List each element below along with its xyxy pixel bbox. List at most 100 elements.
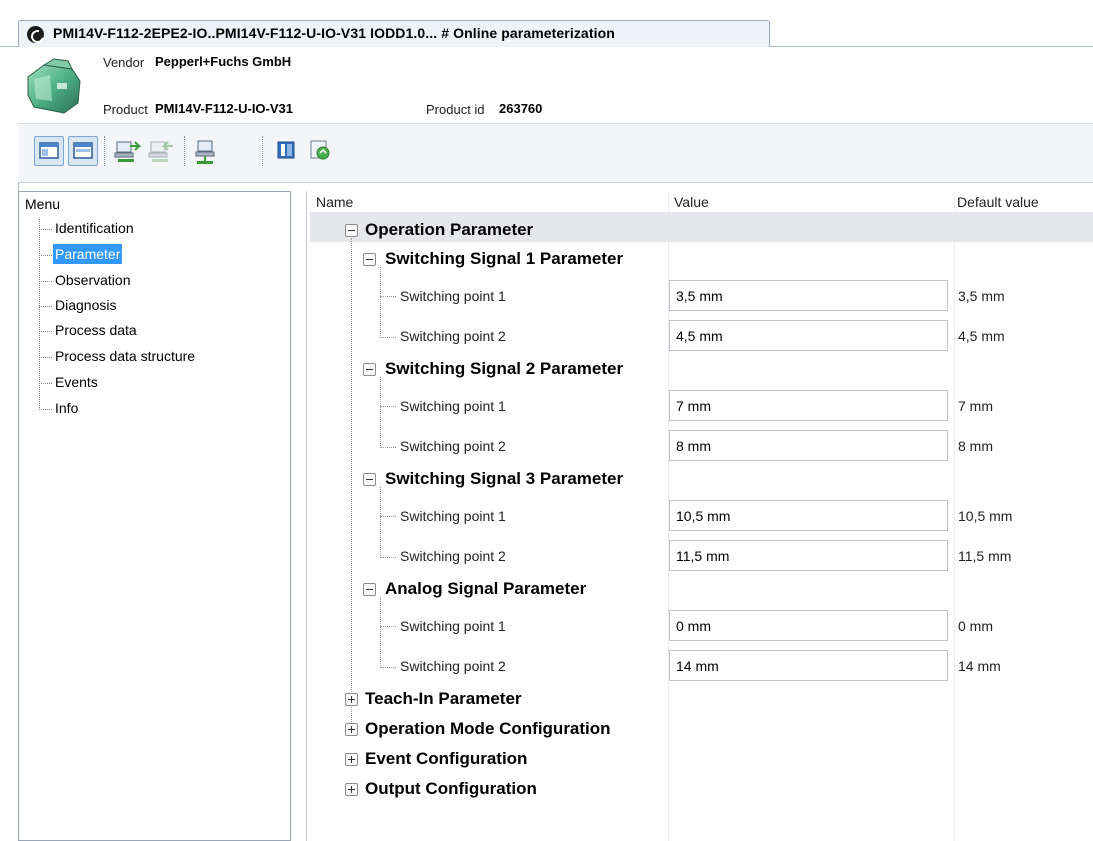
window-layout-button-2[interactable] [68,136,98,166]
device-image-icon [27,58,81,114]
param-name: Switching point 1 [400,288,506,304]
param-name: Switching point 2 [400,658,506,674]
menu-item-diagnosis[interactable]: Diagnosis [53,295,118,315]
menu-item-identification[interactable]: Identification [53,218,136,238]
tree-line [380,267,381,338]
tree-connector [39,229,52,230]
tree-connector [380,447,396,448]
tree-connector [380,296,396,297]
column-header-default[interactable]: Default value [957,194,1039,210]
parameter-grid: Name Value Default value Operation Param… [310,191,1093,841]
toolbar [18,123,1093,183]
window-icon [73,142,93,159]
collapse-switching-signal-2-icon[interactable] [363,363,376,376]
menu-item-process-data-structure[interactable]: Process data structure [53,346,197,366]
tree-connector [39,255,52,256]
window-icon [39,142,59,159]
documentation-button[interactable] [272,136,302,166]
product-value: PMI14V-F112-U-IO-V31 [155,101,293,116]
product-id-value: 263760 [499,101,543,116]
switching-signal-3-point-1-input[interactable] [669,500,948,531]
switching-signal-1-point-1-input[interactable] [669,280,948,311]
tree-connector [39,281,52,282]
switching-signal-2-point-1-input[interactable] [669,390,948,421]
analog-signal-point-2-input[interactable] [669,650,948,681]
tree-connector [380,557,396,558]
window-layout-button-1[interactable] [34,136,64,166]
tree-connector [380,667,396,668]
book-icon [277,141,295,159]
group-operation-mode: Operation Mode Configuration [365,719,611,738]
collapse-analog-signal-icon[interactable] [363,583,376,596]
tree-line [380,377,381,448]
menu-item-info[interactable]: Info [53,398,80,418]
tree-connector [39,383,52,384]
menu-title: Menu [25,196,61,212]
tree-line [380,597,381,668]
refresh-icon [310,140,330,160]
switching-signal-2-point-2-input[interactable] [669,430,948,461]
param-default: 14 mm [958,658,1001,674]
param-name: Switching point 1 [400,618,506,634]
param-default: 4,5 mm [958,328,1005,344]
expand-teach-in-icon[interactable] [345,693,358,706]
param-name: Switching point 2 [400,328,506,344]
connect-device-button[interactable] [192,136,222,166]
param-default: 3,5 mm [958,288,1005,304]
tree-connector [39,409,52,410]
menu-item-observation[interactable]: Observation [53,270,132,290]
collapse-switching-signal-3-icon[interactable] [363,473,376,486]
tree-connector [380,406,396,407]
collapse-operation-parameter-icon[interactable] [345,224,358,237]
product-label: Product [103,102,148,117]
param-name: Switching point 2 [400,548,506,564]
expand-operation-mode-icon[interactable] [345,723,358,736]
param-default: 10,5 mm [958,508,1013,524]
menu-item-events[interactable]: Events [53,372,100,392]
param-default: 0 mm [958,618,993,634]
param-name: Switching point 1 [400,398,506,414]
expand-output-configuration-icon[interactable] [345,783,358,796]
splitter[interactable] [306,191,307,841]
menu-item-process-data[interactable]: Process data [53,320,139,340]
tree-line [39,219,40,410]
grid-header: Name Value Default value [310,191,1093,213]
tab-title: PMI14V-F112-2EPE2-IO..PMI14V-F112-U-IO-V… [53,25,615,41]
download-to-device-button[interactable] [146,136,176,166]
navigation-menu: Menu Identification Parameter Observatio… [18,191,291,841]
param-default: 11,5 mm [958,548,1012,564]
group-switching-signal-1: Switching Signal 1 Parameter [385,249,624,268]
vendor-label: Vendor [103,55,145,70]
tree-connector [380,626,396,627]
tree-connector [39,306,52,307]
toolbar-separator [262,136,263,166]
switching-signal-3-point-2-input[interactable] [669,540,948,571]
group-analog-signal: Analog Signal Parameter [385,579,587,598]
group-teach-in: Teach-In Parameter [365,689,522,708]
param-name: Switching point 2 [400,438,506,454]
group-output-configuration: Output Configuration [365,779,537,798]
refresh-button[interactable] [306,136,336,166]
toolbar-separator [184,136,185,166]
download-device-icon [148,141,173,162]
column-header-value[interactable]: Value [674,194,709,210]
menu-item-parameter[interactable]: Parameter [53,244,123,264]
tab-strip: PMI14V-F112-2EPE2-IO..PMI14V-F112-U-IO-V… [0,0,1093,47]
group-event-configuration: Event Configuration [365,749,528,768]
analog-signal-point-1-input[interactable] [669,610,948,641]
group-switching-signal-2: Switching Signal 2 Parameter [385,359,624,378]
toolbar-separator [104,136,105,166]
collapse-switching-signal-1-icon[interactable] [363,253,376,266]
switching-signal-1-point-2-input[interactable] [669,320,948,351]
tab-online-parameterization[interactable]: PMI14V-F112-2EPE2-IO..PMI14V-F112-U-IO-V… [18,20,770,47]
group-operation-parameter: Operation Parameter [365,220,534,239]
device-header: Vendor Pepperl+Fuchs GmbH Product PMI14V… [18,47,1093,123]
param-name: Switching point 1 [400,508,506,524]
column-header-name[interactable]: Name [316,194,353,210]
upload-device-icon [114,141,142,162]
upload-from-device-button[interactable] [112,136,142,166]
column-separator [954,191,955,841]
expand-event-configuration-icon[interactable] [345,753,358,766]
param-default: 7 mm [958,398,993,414]
tree-line [351,238,352,724]
